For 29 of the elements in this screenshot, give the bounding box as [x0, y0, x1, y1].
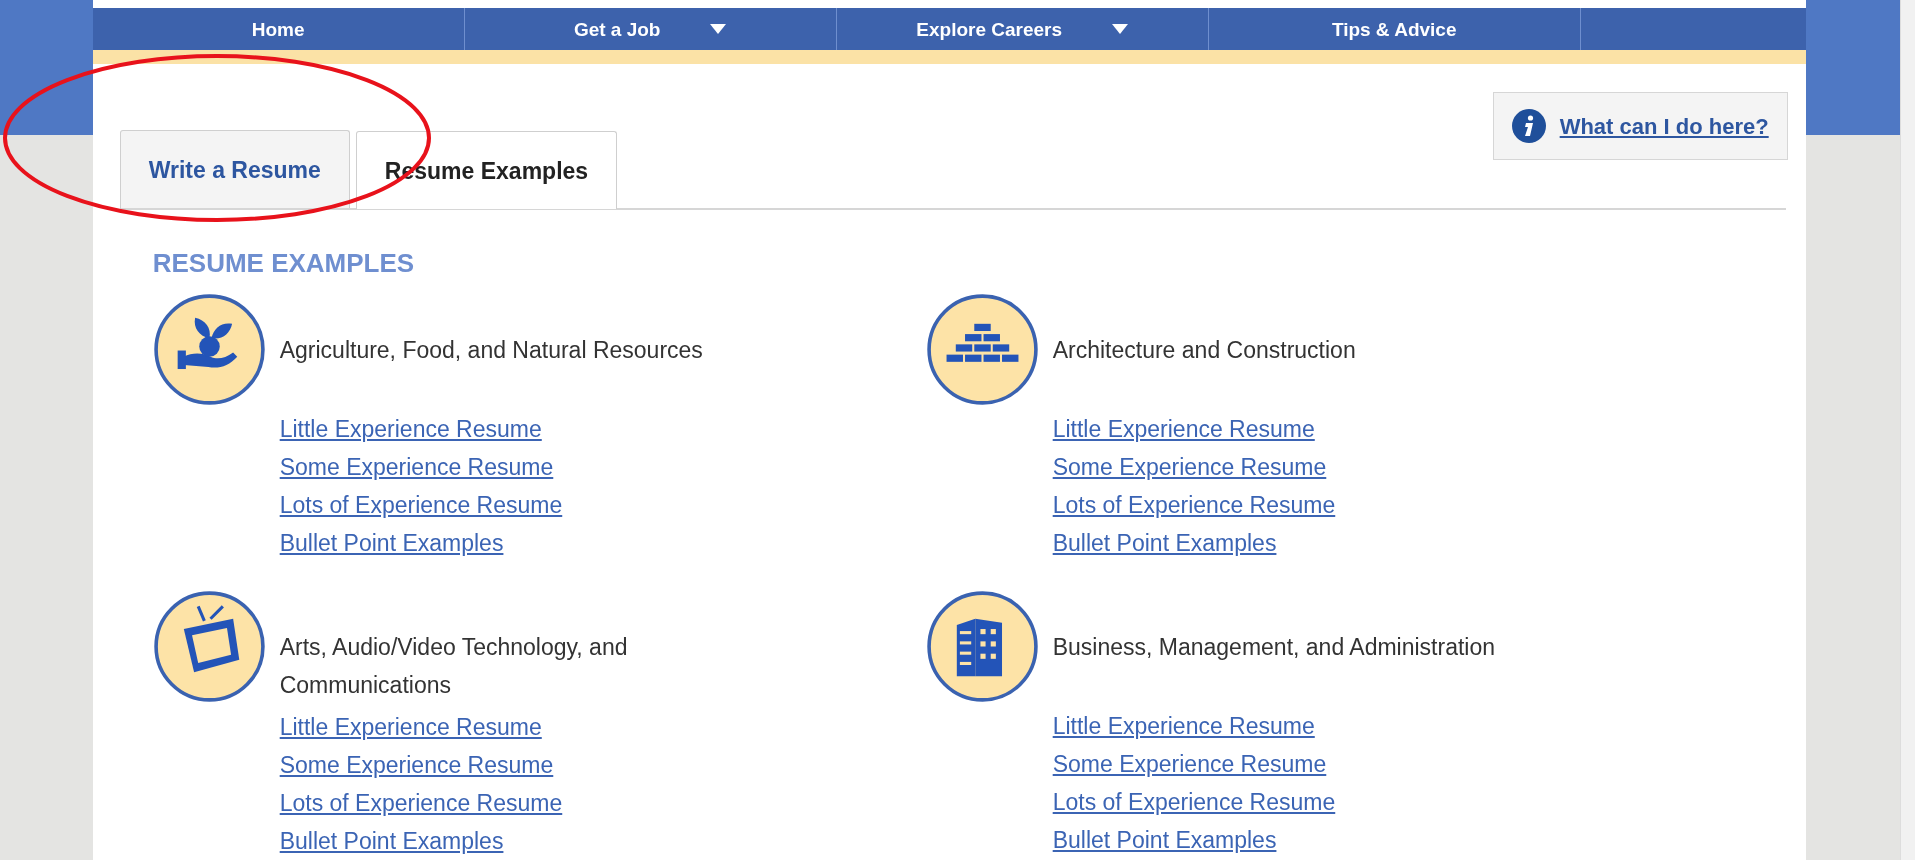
television-icon [152, 589, 266, 703]
resume-link[interactable]: Bullet Point Examples [279, 821, 504, 860]
resume-link[interactable]: Little Experience Resume [1052, 706, 1315, 745]
category-title: Business, Management, and Administration [1052, 632, 1496, 662]
category-title: Arts, Audio/Video Technology, and Communications [279, 632, 629, 700]
category-title: Architecture and Construction [1052, 335, 1356, 365]
resume-link[interactable]: Lots of Experience Resume [279, 783, 563, 822]
resume-link[interactable]: Some Experience Resume [279, 745, 554, 784]
resume-link[interactable]: Bullet Point Examples [279, 523, 504, 562]
tab[interactable]: Write a Resume [119, 130, 350, 208]
resume-link[interactable]: Bullet Point Examples [1052, 820, 1277, 859]
resume-link[interactable]: Lots of Experience Resume [1052, 485, 1336, 524]
help-link[interactable]: What can I do here? [1559, 109, 1769, 143]
resume-link[interactable]: Some Experience Resume [279, 447, 554, 486]
info-icon [1511, 109, 1546, 143]
section-heading: RESUME EXAMPLES [152, 246, 415, 280]
office-building-icon [925, 589, 1039, 703]
resume-link[interactable]: Some Experience Resume [1052, 744, 1327, 783]
resume-link[interactable]: Bullet Point Examples [1052, 523, 1277, 562]
category-title: Agriculture, Food, and Natural Resources [279, 335, 703, 365]
brick-wall-icon [925, 292, 1039, 406]
resume-link[interactable]: Lots of Experience Resume [1052, 782, 1336, 821]
scrollbar[interactable] [1900, 0, 1915, 860]
resume-link[interactable]: Some Experience Resume [1052, 447, 1327, 486]
plant-in-hand-icon [152, 292, 266, 406]
resume-link[interactable]: Little Experience Resume [279, 707, 542, 746]
resume-link[interactable]: Little Experience Resume [279, 409, 542, 448]
resume-link[interactable]: Lots of Experience Resume [279, 485, 563, 524]
resume-link[interactable]: Little Experience Resume [1052, 409, 1315, 448]
